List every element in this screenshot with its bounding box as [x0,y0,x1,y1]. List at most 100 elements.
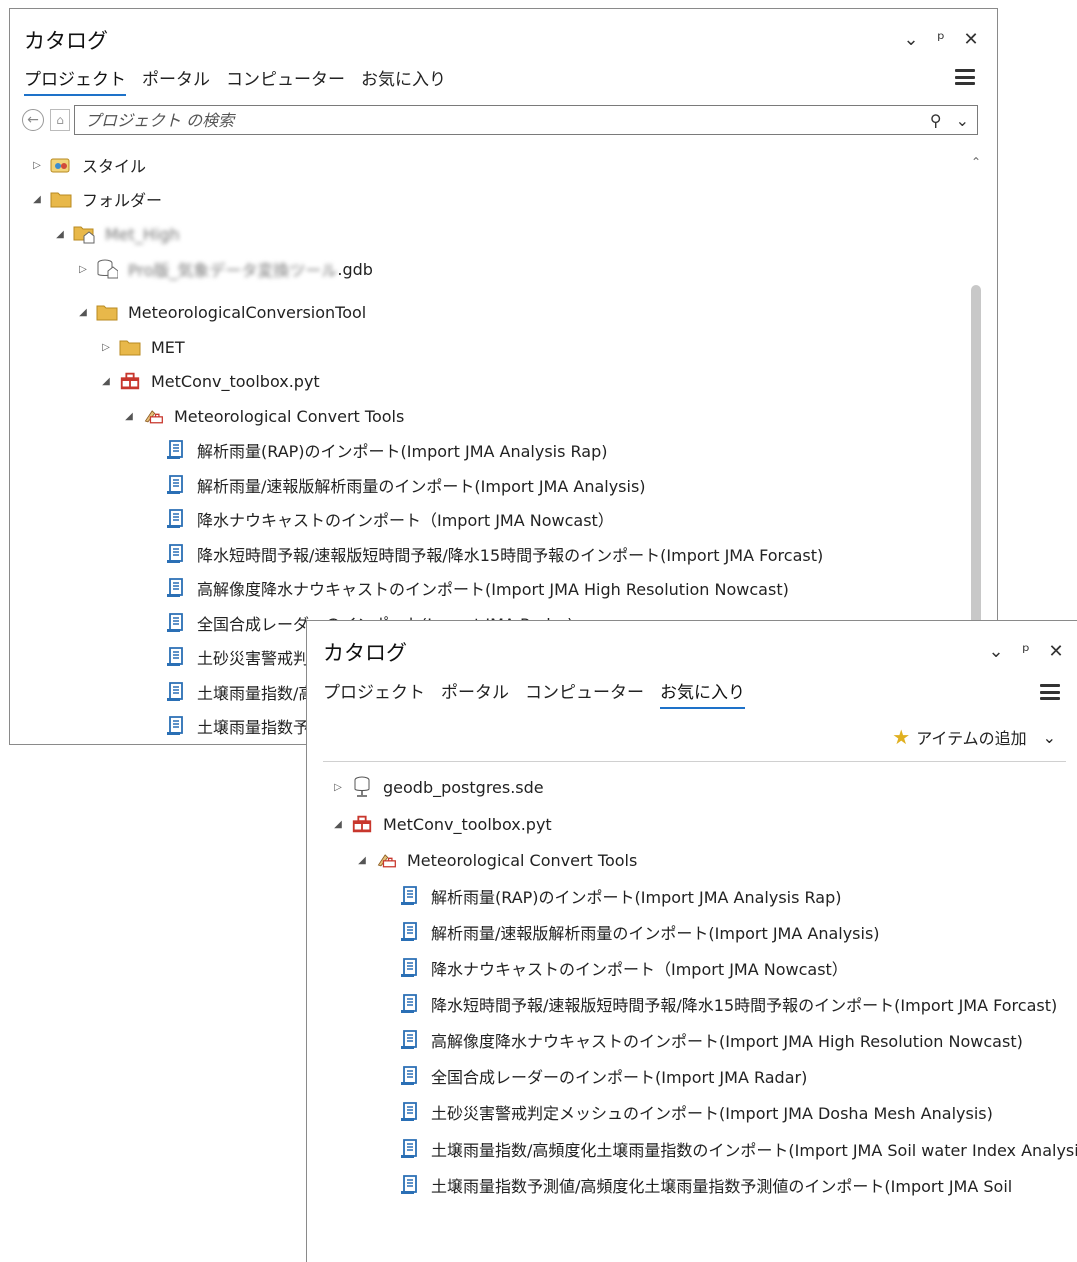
tree-item[interactable]: ▷ geodb_postgres.sde [331,773,544,801]
chevron-down-icon[interactable]: ⌄ [903,29,919,50]
tab-favorites[interactable]: お気に入り [361,65,446,96]
collapse-arrow-icon[interactable]: ◢ [30,194,44,205]
tree-item[interactable]: ◢ フォルダー [30,185,162,213]
tree-item-label: 全国合成レーダーのインポート(Import JMA Radar) [431,1068,808,1087]
geodatabase-icon [96,259,118,279]
search-icon[interactable]: ⚲ [930,111,942,130]
script-tool-icon [165,682,187,702]
collapse-arrow-icon[interactable]: ◢ [122,411,136,422]
collapse-arrow-icon[interactable]: ◢ [53,229,67,240]
tree-item[interactable]: ◢ Meteorological Convert Tools [122,402,404,430]
script-tool-icon [399,886,421,906]
tab-computer[interactable]: コンピューター [525,678,644,709]
close-icon[interactable]: ✕ [963,29,979,50]
search-input[interactable] [83,109,924,131]
collapse-arrow-icon[interactable]: ◢ [76,307,90,318]
script-tool-item[interactable]: 土壌雨量指数予測値/高頻度化土壌雨量指数予測値のインポート(Import JMA… [379,1171,1012,1199]
scroll-up-icon[interactable]: ⌃ [969,155,983,169]
tree-item-label: .gdb [337,259,373,279]
tree-item-label: 降水ナウキャストのインポート（Import JMA Nowcast） [197,511,614,530]
tree-item[interactable]: ▷ Pro版_気象データ変換ツール .gdb [76,255,373,283]
tree-item[interactable]: ◢ MetConv_toolbox.pyt [331,810,552,838]
tree-item[interactable]: ◢ MeteorologicalConversionTool [76,298,366,326]
script-tool-item[interactable]: 解析雨量/速報版解析雨量のインポート(Import JMA Analysis) [379,918,880,946]
tree-item-label: 降水短時間予報/速報版短時間予報/降水15時間予報のインポート(Import J… [197,546,824,565]
script-tool-item[interactable]: 土砂災害警戒判定メッシュのインポート(Import JMA Dosha Mesh… [379,1098,993,1126]
pin-icon[interactable]: ᵖ [1018,641,1034,662]
expand-arrow-icon[interactable]: ▷ [76,264,90,275]
catalog-pane-favorites: カタログ ⌄ ᵖ ✕ プロジェクト ポータル コンピューター お気に入り ★ アイテム… [306,620,1077,1262]
script-tool-icon [399,1102,421,1122]
script-tool-item[interactable]: 降水短時間予報/速報版短時間予報/降水15時間予報のインポート(Import J… [379,990,1057,1018]
script-tool-icon [165,613,187,633]
close-icon[interactable]: ✕ [1048,641,1064,662]
tab-computer[interactable]: コンピューター [226,65,345,96]
tree-item[interactable]: ◢ Met_High [53,220,180,248]
pin-icon[interactable]: ᵖ [933,29,949,50]
collapse-arrow-icon[interactable]: ◢ [331,819,345,830]
script-tool-icon [165,578,187,598]
python-toolbox-icon [351,814,373,834]
tab-portal[interactable]: ポータル [142,65,210,96]
search-box: ⚲ ⌄ [74,105,978,135]
menu-icon[interactable] [1040,684,1060,700]
script-tool-icon [399,994,421,1014]
folder-icon [96,302,118,322]
script-tool-icon [399,958,421,978]
tree-item[interactable]: ◢ Meteorological Convert Tools [355,846,637,874]
tab-project[interactable]: プロジェクト [24,65,126,96]
folder-icon [119,337,141,357]
tab-favorites[interactable]: お気に入り [660,678,745,709]
script-tool-icon [399,1066,421,1086]
script-tool-item[interactable]: 土壌雨量指数/高頻度化土壌雨量指数のインポート(Import JMA Soil … [379,1135,1077,1163]
python-toolbox-icon [119,371,141,391]
chevron-down-icon[interactable]: ⌄ [1043,728,1056,747]
tab-portal[interactable]: ポータル [441,678,509,709]
expand-arrow-icon[interactable]: ▷ [30,160,44,171]
pane-title: カタログ [24,29,108,53]
catalog-tabs: プロジェクト ポータル コンピューター お気に入り [24,65,446,96]
script-tool-icon [165,440,187,460]
back-arrow-icon[interactable]: ← [22,109,44,131]
chevron-down-icon[interactable]: ⌄ [988,641,1004,662]
add-favorite-star-icon: ★ [892,725,911,749]
tree-item-label: Meteorological Convert Tools [407,850,638,870]
add-item-label: アイテムの追加 [916,729,1027,748]
tree-item-label-redacted: Pro版_気象データ変換ツール [128,261,338,280]
expand-arrow-icon[interactable]: ▷ [331,782,345,793]
chevron-down-icon[interactable]: ⌄ [956,111,969,130]
tree-item-label: 土壌雨量指数予測値/高頻度化土壌雨量指数予測値のインポート(Import JMA… [431,1177,1013,1196]
toolset-icon [375,850,397,870]
script-tool-item[interactable]: 解析雨量(RAP)のインポート(Import JMA Analysis Rap) [379,882,842,910]
collapse-arrow-icon[interactable]: ◢ [355,855,369,866]
catalog-tabs: プロジェクト ポータル コンピューター お気に入り [323,678,745,709]
script-tool-icon [165,509,187,529]
script-tool-item[interactable]: 高解像度降水ナウキャストのインポート(Import JMA High Resol… [145,574,789,602]
tab-project[interactable]: プロジェクト [323,678,425,709]
pane-title: カタログ [323,641,407,665]
home-icon[interactable]: ⌂ [50,109,70,131]
menu-icon[interactable] [955,69,975,85]
tree-item[interactable]: ▷ MET [99,333,185,361]
tree-item-label: 解析雨量/速報版解析雨量のインポート(Import JMA Analysis) [431,924,880,943]
script-tool-item[interactable]: 高解像度降水ナウキャストのインポート(Import JMA High Resol… [379,1026,1023,1054]
window-controls: ⌄ ᵖ ✕ [988,641,1064,662]
tree-item-label: Meteorological Convert Tools [174,406,405,426]
expand-arrow-icon[interactable]: ▷ [99,342,113,353]
tree-item[interactable]: ▷ スタイル [30,151,146,179]
collapse-arrow-icon[interactable]: ◢ [99,376,113,387]
script-tool-item[interactable]: 降水短時間予報/速報版短時間予報/降水15時間予報のインポート(Import J… [145,540,823,568]
add-item-button[interactable]: ★ アイテムの追加 ⌄ [892,725,1056,749]
script-tool-icon [165,544,187,564]
script-tool-item[interactable]: 解析雨量/速報版解析雨量のインポート(Import JMA Analysis) [145,471,646,499]
tree-item-label: MetConv_toolbox.pyt [383,814,552,834]
tree-item-label: スタイル [82,157,147,176]
script-tool-item[interactable]: 降水ナウキャストのインポート（Import JMA Nowcast） [379,954,848,982]
tree-item[interactable]: ◢ MetConv_toolbox.pyt [99,367,320,395]
tree-item-label: MetConv_toolbox.pyt [151,371,320,391]
script-tool-item[interactable]: 解析雨量(RAP)のインポート(Import JMA Analysis Rap) [145,436,608,464]
script-tool-item[interactable]: 降水ナウキャストのインポート（Import JMA Nowcast） [145,505,614,533]
script-tool-item[interactable]: 全国合成レーダーのインポート(Import JMA Radar) [379,1062,807,1090]
script-tool-icon [399,1175,421,1195]
tree-item-label: 降水ナウキャストのインポート（Import JMA Nowcast） [431,960,848,979]
